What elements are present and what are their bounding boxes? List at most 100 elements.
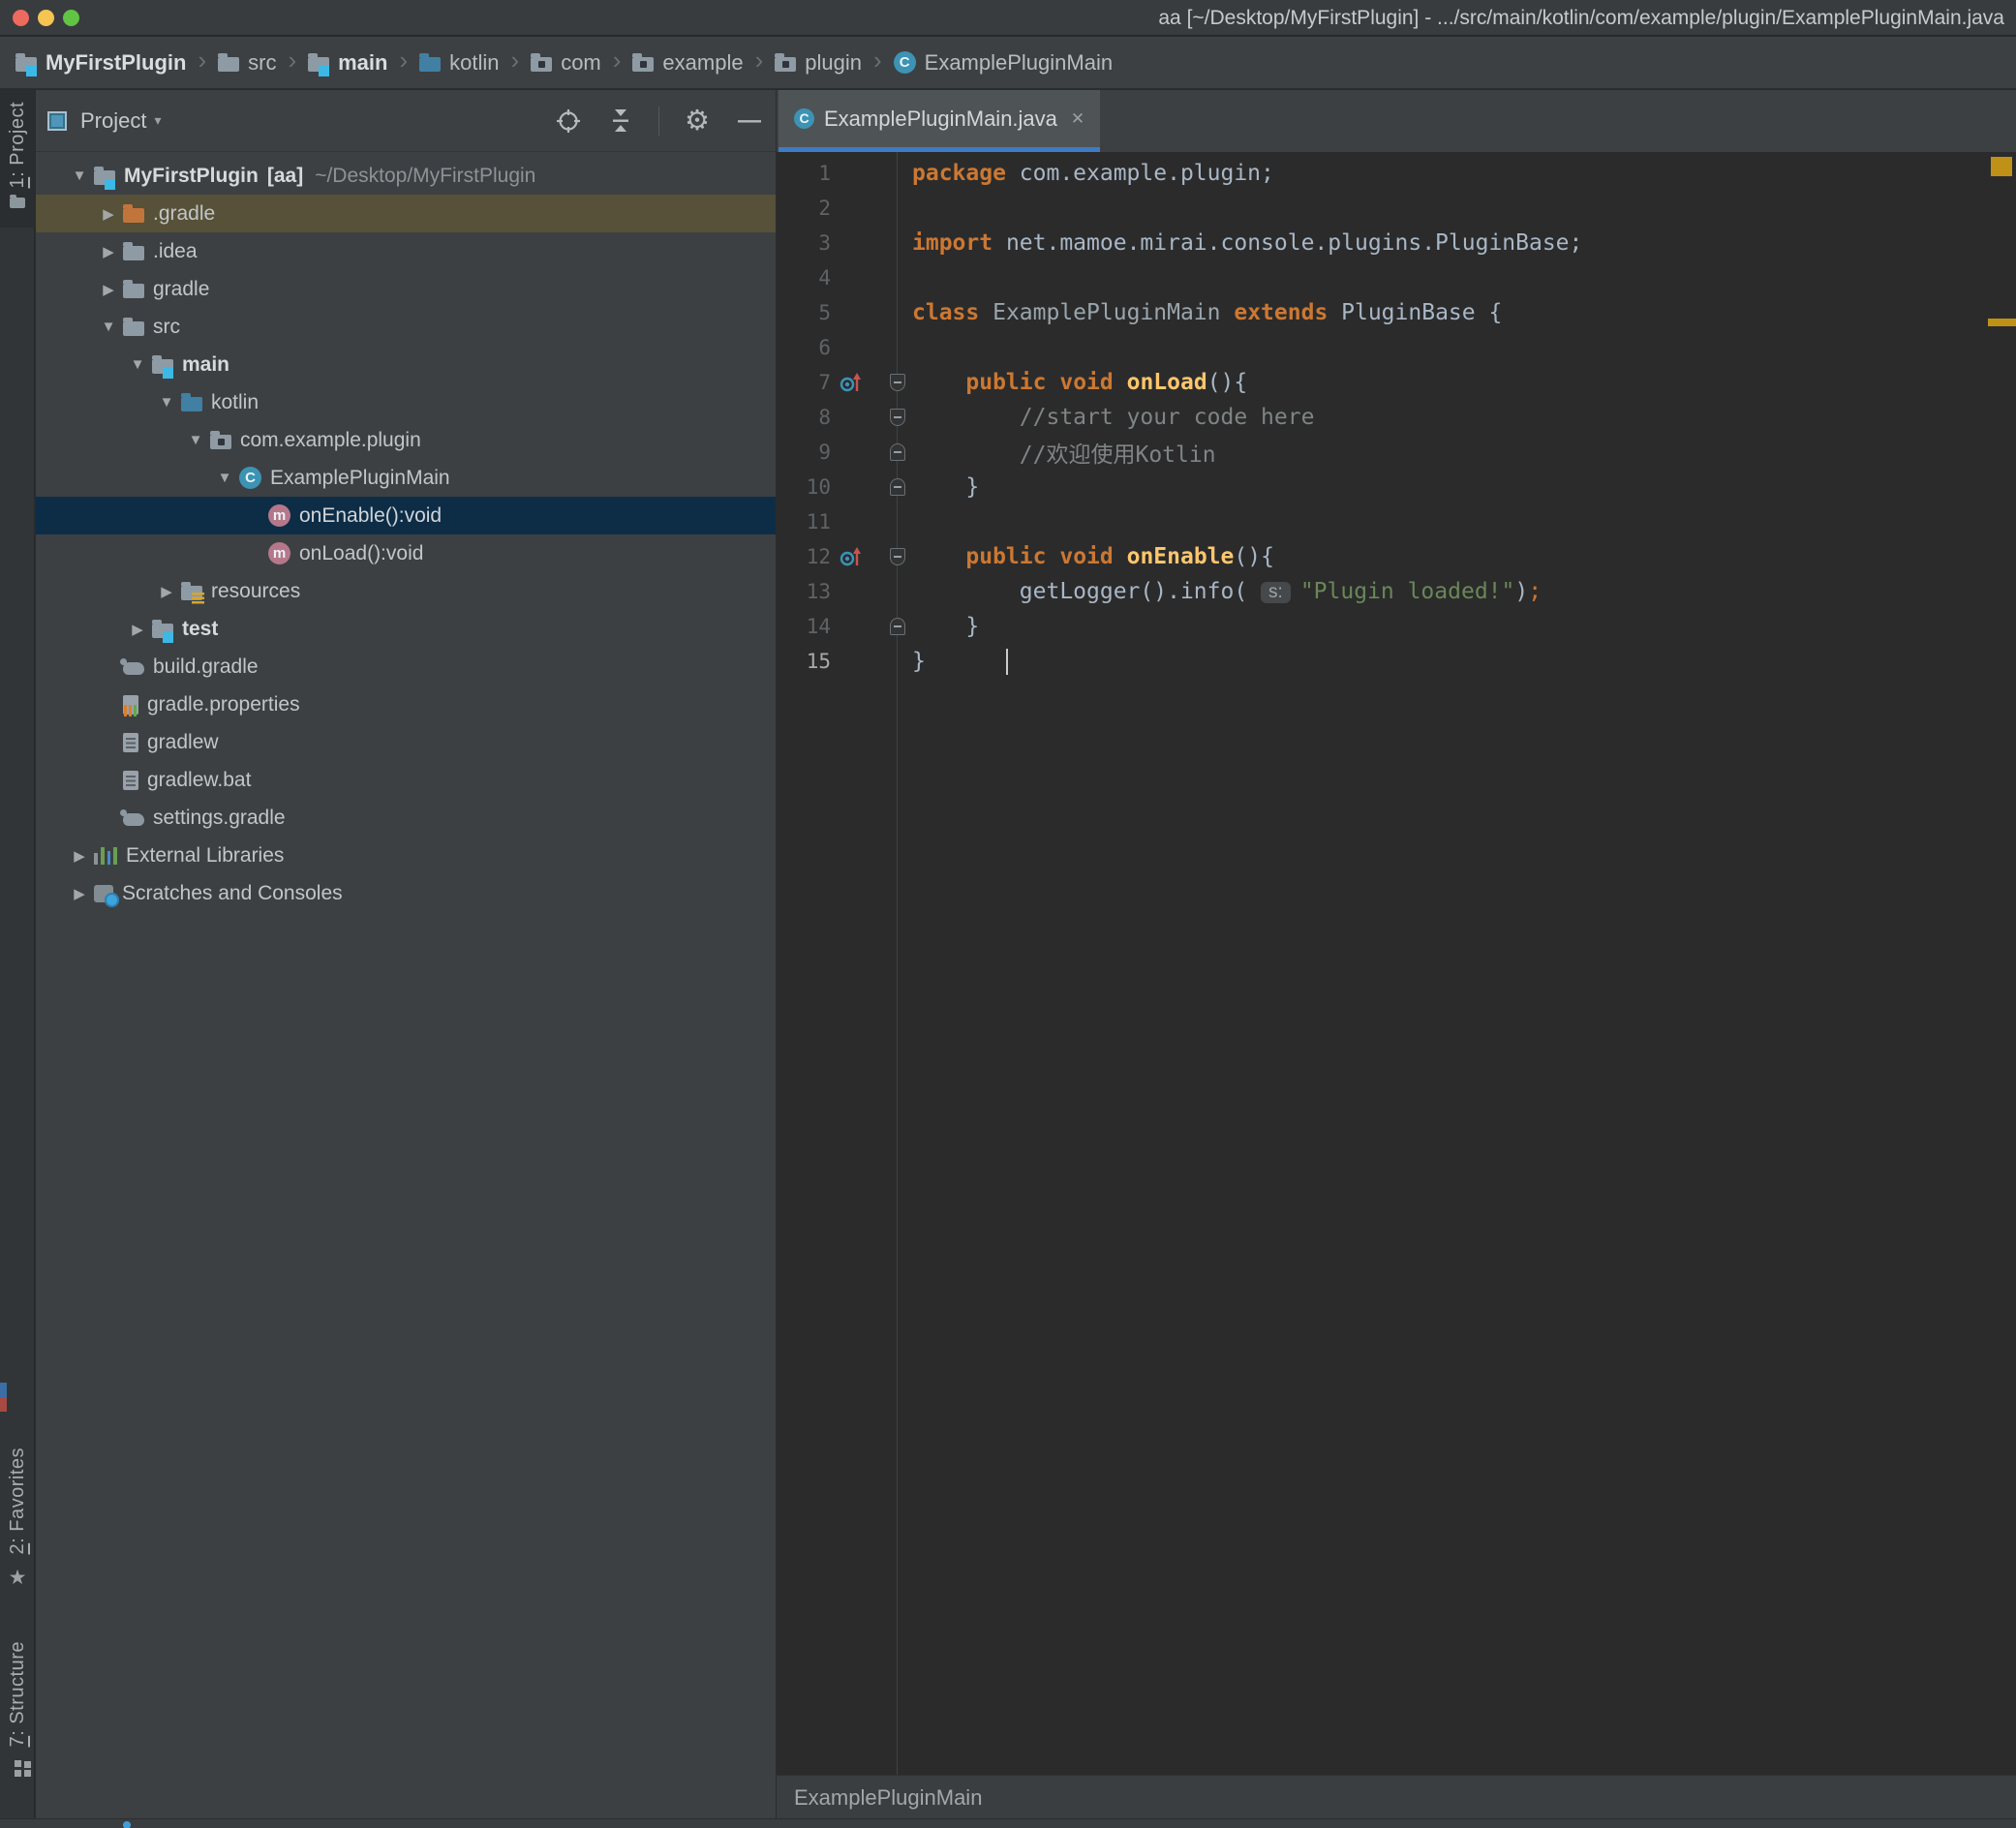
code-line: 7 public void onLoad(){ [777,365,2016,400]
folder-icon [123,246,144,260]
code-line: 13 getLogger().info( s:"Plugin loaded!")… [777,574,2016,609]
fold-region-start-icon[interactable] [890,548,905,565]
tool-window-button-project[interactable]: 1: Project [0,90,35,228]
close-tab-icon[interactable]: ✕ [1071,109,1084,129]
chevron-right-icon[interactable]: ▶ [94,243,123,260]
chevron-down-icon[interactable]: ▼ [123,356,152,373]
minimize-window-button[interactable] [38,10,54,26]
tree-row-kotlin[interactable]: ▼ kotlin [36,383,776,421]
code-line: 15 } [777,644,2016,679]
tree-row-project-root[interactable]: ▼ MyFirstPlugin [aa] ~/Desktop/MyFirstPl… [36,157,776,195]
tree-row-test[interactable]: ▶ test [36,610,776,648]
class-icon: C [794,108,814,129]
source-root-folder-icon [181,397,202,411]
tree-row-gradlew-bat[interactable]: gradlew.bat [36,761,776,799]
crosshair-icon [555,107,582,135]
chevron-down-icon[interactable]: ▼ [65,168,94,184]
gear-icon[interactable]: ⚙ [683,107,712,136]
breadcrumb-item-class[interactable]: C ExamplePluginMain [894,50,1113,76]
project-tree: ▼ MyFirstPlugin [aa] ~/Desktop/MyFirstPl… [36,157,776,912]
tool-window-bar: 1: Project 2: Favorites ★ 7: Structure [0,90,35,1818]
tree-row-external-libraries[interactable]: ▶ External Libraries [36,837,776,874]
collapse-all-icon [607,107,634,135]
project-view-icon [47,111,67,131]
tree-row-onload[interactable]: m onLoad():void [36,534,776,572]
resources-folder-icon [181,586,202,600]
tree-row-main[interactable]: ▼ main [36,346,776,383]
folder-icon [10,198,25,208]
code-line: 10 } [777,470,2016,504]
chevron-right-icon[interactable]: ▶ [65,847,94,865]
overrides-method-icon[interactable] [839,544,864,575]
tree-row-settings-gradle[interactable]: settings.gradle [36,799,776,837]
tree-row-src[interactable]: ▼ src [36,308,776,346]
code-editor[interactable]: 1 package com.example.plugin; 2 3 import… [777,152,2016,1775]
tab-examplepluginmain-java[interactable]: C ExamplePluginMain.java ✕ [779,90,1100,152]
close-window-button[interactable] [13,10,29,26]
tree-row-idea[interactable]: ▶ .idea [36,232,776,270]
breadcrumb-class[interactable]: ExamplePluginMain [794,1785,982,1810]
breadcrumb-item-kotlin[interactable]: kotlin [419,50,499,76]
chevron-right-icon[interactable]: ▶ [94,205,123,223]
tree-row-class[interactable]: ▼ C ExamplePluginMain [36,459,776,497]
tree-row-gradle[interactable]: ▶ gradle [36,270,776,308]
chevron-right-icon[interactable]: ▶ [123,621,152,638]
tree-row-scratches[interactable]: ▶ Scratches and Consoles [36,874,776,912]
code-line: 5 class ExamplePluginMain extends Plugin… [777,295,2016,330]
chevron-down-icon[interactable]: ▼ [152,394,181,411]
package-icon [531,57,552,72]
fold-region-end-icon[interactable] [890,478,905,496]
fold-region-start-icon[interactable] [890,374,905,391]
status-indicator-icon [123,1821,131,1828]
folder-icon [123,321,144,336]
hide-panel-button[interactable]: — [735,107,764,136]
tree-row-onenable[interactable]: m onEnable():void [36,497,776,534]
project-view-selector[interactable]: Project [80,108,146,134]
fold-region-end-icon[interactable] [890,443,905,461]
chevron-right-icon[interactable]: ▶ [152,583,181,600]
code-line: 4 [777,260,2016,295]
breadcrumb-item-src[interactable]: src [218,50,276,76]
title-bar: aa [~/Desktop/MyFirstPlugin] - .../src/m… [0,0,2016,36]
zoom-window-button[interactable] [63,10,79,26]
chevron-right-icon: › [387,46,419,79]
tree-row-gradlew[interactable]: gradlew [36,723,776,761]
collapse-all-button[interactable] [606,107,635,136]
code-line: 2 [777,191,2016,226]
breadcrumb-item-plugin[interactable]: plugin [775,50,862,76]
project-tool-window: Project ▾ ⚙ — [36,90,776,1818]
folder-source-icon [308,57,329,72]
chevron-down-icon[interactable]: ▼ [181,432,210,448]
breadcrumb-item-com[interactable]: com [531,50,601,76]
tree-row-gradle-dot[interactable]: ▶ .gradle [36,195,776,232]
warning-stripe-mark[interactable] [1988,319,2016,326]
chevron-right-icon[interactable]: ▶ [94,281,123,298]
dropdown-arrow-icon[interactable]: ▾ [154,112,161,129]
fold-region-start-icon[interactable] [890,409,905,426]
editor-breadcrumbs[interactable]: ExamplePluginMain [777,1775,2016,1818]
tree-row-resources[interactable]: ▶ resources [36,572,776,610]
breadcrumb-item-main[interactable]: main [308,50,387,76]
chevron-right-icon[interactable]: ▶ [65,885,94,902]
inspections-indicator[interactable] [1991,157,2012,176]
tool-window-button-favorites[interactable]: 2: Favorites ★ [0,1447,35,1590]
chevron-down-icon[interactable]: ▼ [210,470,239,486]
chevron-right-icon: › [500,46,532,79]
parameter-hint: s: [1261,582,1291,603]
tree-row-gradle-properties[interactable]: gradle.properties [36,686,776,723]
code-line: 3 import net.mamoe.mirai.console.plugins… [777,226,2016,260]
folder-icon [218,57,239,72]
tool-window-button-structure[interactable]: 7: Structure [0,1641,35,1767]
breadcrumb-item-project[interactable]: MyFirstPlugin [15,50,186,76]
source-root-folder-icon [152,359,173,374]
tree-row-build-gradle[interactable]: build.gradle [36,648,776,686]
overrides-method-icon[interactable] [839,370,864,401]
project-button-label: 1: Project [7,102,29,188]
tree-row-package[interactable]: ▼ com.example.plugin [36,421,776,459]
chevron-right-icon: › [744,46,776,79]
locate-file-button[interactable] [554,107,583,136]
breadcrumb-item-example[interactable]: example [632,50,743,76]
fold-region-end-icon[interactable] [890,618,905,635]
chevron-down-icon[interactable]: ▼ [94,319,123,335]
excluded-folder-icon [123,208,144,223]
